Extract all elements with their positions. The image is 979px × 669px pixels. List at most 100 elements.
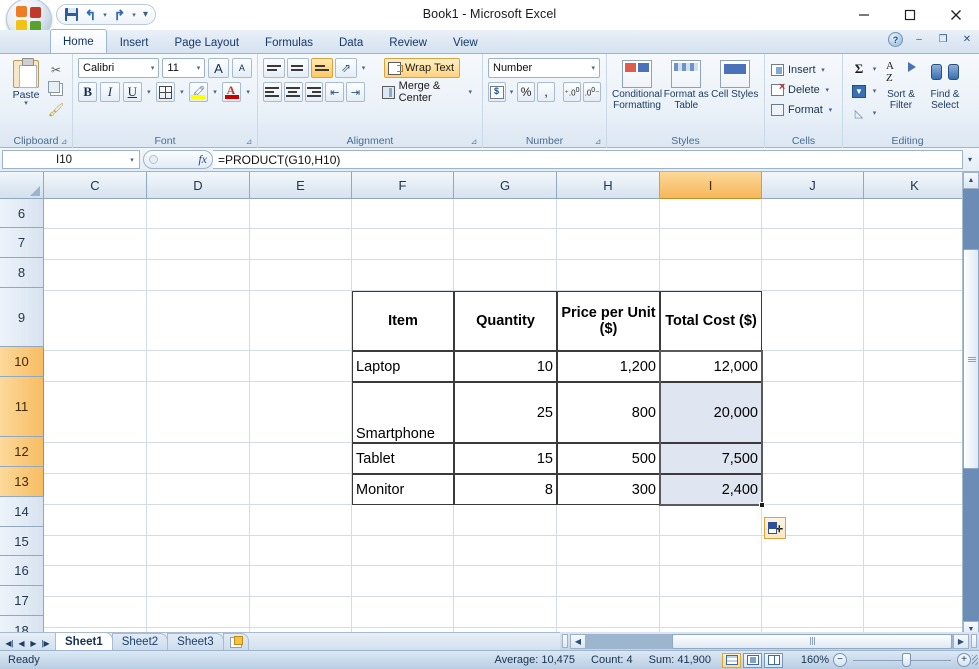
cell-G8[interactable] [454,260,557,291]
doc-minimize-button[interactable]: – [911,33,927,47]
name-box-dropdown-icon[interactable]: ▾ [125,156,139,164]
align-right-button[interactable] [304,82,324,102]
prev-sheet-button[interactable]: ◀ [16,639,27,648]
cell-D10[interactable] [147,351,250,382]
horizontal-scroll-thumb[interactable] [672,633,952,649]
cell-J11[interactable] [762,382,864,443]
cell-G10[interactable]: 10 [454,351,557,382]
column-header-d[interactable]: D [147,172,250,199]
row-header-7[interactable]: 7 [0,228,44,258]
cell-I12[interactable]: 7,500 [660,443,762,474]
cell-H11[interactable]: 800 [557,382,660,443]
align-left-button[interactable] [263,82,282,102]
cell-G15[interactable] [454,536,557,566]
cell-F10[interactable]: Laptop [352,351,454,382]
cell-E7[interactable] [250,229,352,260]
cell-J15[interactable] [762,536,864,566]
shrink-font-button[interactable]: A [231,58,253,78]
cell-C9[interactable] [44,291,147,351]
cell-D15[interactable] [147,536,250,566]
scroll-right-button[interactable]: ▶ [953,633,969,649]
cell-G7[interactable] [454,229,557,260]
fill-dropdown-icon[interactable]: ▾ [870,87,879,95]
orientation-button[interactable]: ⇗ [335,58,357,78]
row-header-15[interactable]: 15 [0,527,44,556]
clear-dropdown-icon[interactable]: ▾ [870,109,879,117]
cell-F6[interactable] [352,199,454,229]
cell-E17[interactable] [250,597,352,628]
cell-H15[interactable] [557,536,660,566]
cell-C14[interactable] [44,505,147,536]
cell-D16[interactable] [147,566,250,597]
cell-J10[interactable] [762,351,864,382]
cell-I7[interactable] [660,229,762,260]
column-header-j[interactable]: J [762,172,864,199]
tab-insert[interactable]: Insert [107,31,162,53]
decrease-decimal-button[interactable]: .00⁻ [583,82,602,102]
cell-J7[interactable] [762,229,864,260]
cell-K9[interactable] [864,291,966,351]
bold-button[interactable]: B [78,82,98,102]
number-dialog-launcher[interactable]: ⊿ [593,136,603,146]
borders-dropdown-icon[interactable]: ▾ [178,88,186,96]
cell-I8[interactable] [660,260,762,291]
grow-font-button[interactable]: A [208,58,229,78]
delete-cells-button[interactable]: Delete ▾ [770,80,837,100]
copy-button[interactable] [47,81,65,98]
cell-E14[interactable] [250,505,352,536]
row-header-16[interactable]: 16 [0,556,44,586]
cell-K14[interactable] [864,505,966,536]
zoom-slider[interactable]: − + [833,652,971,667]
cell-G11[interactable]: 25 [454,382,557,443]
cell-H12[interactable]: 500 [557,443,660,474]
increase-decimal-button[interactable]: ⁺.00 [563,82,582,102]
cell-C11[interactable] [44,382,147,443]
cell-K10[interactable] [864,351,966,382]
cell-C13[interactable] [44,474,147,505]
font-color-button[interactable]: A [221,82,242,102]
cell-F14[interactable] [352,505,454,536]
cut-button[interactable]: ✂ [47,61,65,78]
fill-color-dropdown-icon[interactable]: ▾ [211,88,219,96]
zoom-level-label[interactable]: 160% [801,654,829,666]
cell-F16[interactable] [352,566,454,597]
percent-style-button[interactable]: % [517,82,536,102]
close-button[interactable] [933,0,979,30]
clear-button[interactable]: ◺ [848,103,870,123]
cell-I14[interactable] [660,505,762,536]
maximize-button[interactable] [887,0,933,30]
cell-H6[interactable] [557,199,660,229]
table-header-total[interactable]: Total Cost ($) [660,291,762,351]
number-format-combo[interactable]: Number ▾ [488,58,600,78]
cell-K7[interactable] [864,229,966,260]
last-sheet-button[interactable]: |▶ [40,639,51,648]
underline-button[interactable]: U [122,82,142,102]
tab-review[interactable]: Review [376,31,440,53]
font-dialog-launcher[interactable]: ⊿ [244,136,254,146]
cell-F12[interactable]: Tablet [352,443,454,474]
cell-K11[interactable] [864,382,966,443]
table-header-price[interactable]: Price per Unit ($) [557,291,660,351]
cell-J16[interactable] [762,566,864,597]
tab-formulas[interactable]: Formulas [252,31,326,53]
zoom-track[interactable] [853,652,951,667]
insert-worksheet-button[interactable] [222,633,249,650]
sheet-tab-sheet3[interactable]: Sheet3 [167,633,224,650]
cell-H16[interactable] [557,566,660,597]
row-header-12[interactable]: 12 [0,437,44,467]
column-header-h[interactable]: H [557,172,660,199]
normal-view-button[interactable] [722,652,741,668]
column-header-c[interactable]: C [44,172,147,199]
cell-D9[interactable] [147,291,250,351]
middle-align-button[interactable] [287,58,309,78]
cell-C8[interactable] [44,260,147,291]
row-header-11[interactable]: 11 [0,377,44,437]
auto-fill-options-button[interactable]: ✛ [764,517,786,539]
sheet-tab-sheet2[interactable]: Sheet2 [111,633,169,650]
cell-I13[interactable]: 2,400 [660,474,762,505]
cell-H13[interactable]: 300 [557,474,660,505]
tab-data[interactable]: Data [326,31,376,53]
column-header-e[interactable]: E [250,172,352,199]
row-header-6[interactable]: 6 [0,199,44,228]
delete-dropdown-icon[interactable]: ▾ [823,86,832,94]
